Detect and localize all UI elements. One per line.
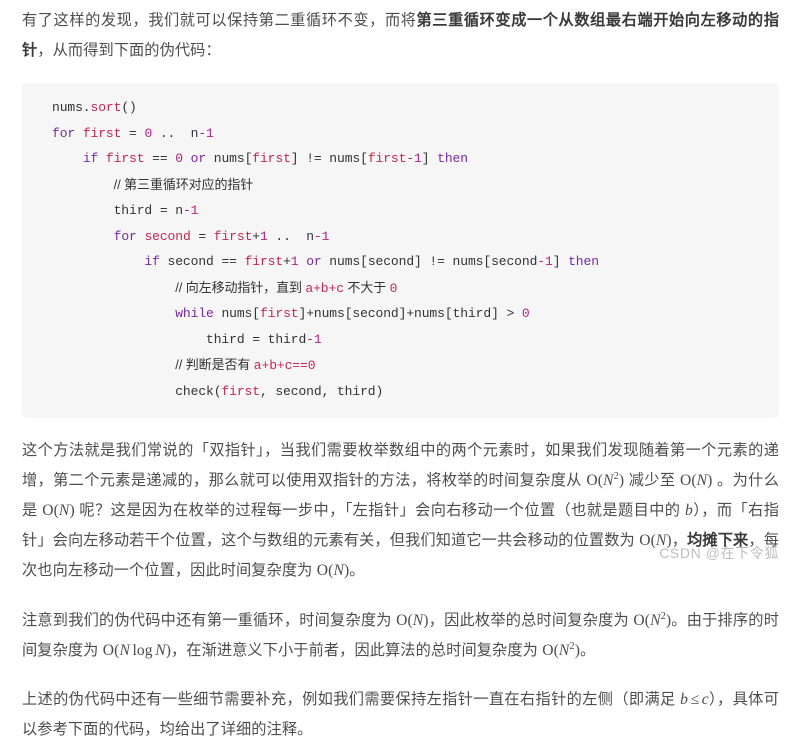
- details-paragraph: 上述的伪代码中还有一些细节需要补充，例如我们需要保持左指针一直在右指针的左侧（即…: [22, 666, 779, 745]
- math-on-5: O(N): [396, 612, 429, 629]
- dt-text-1: 上述的伪代码中还有一些细节需要补充，例如我们需要保持左指针一直在右指针的左侧（即…: [22, 691, 681, 708]
- intro-paragraph: 有了这样的发现，我们就可以保持第二重循环不变，而将第三重循环变成一个从数组最右端…: [22, 0, 779, 66]
- math-on-n-squared-3: O(N2): [542, 640, 581, 659]
- intro-tail-text: ，从而得到下面的伪代码：: [37, 42, 221, 59]
- tp-text-4: 呢？这是因为在枚举的过程每一步中，「左指针」会向右移动一个位置（也就是题目中的: [74, 502, 686, 519]
- article-page: 有了这样的发现，我们就可以保持第二重循环不变，而将第三重循环变成一个从数组最右端…: [0, 0, 796, 738]
- cx-text-1: 注意到我们的伪代码中还有第一重循环，时间复杂度为: [22, 612, 397, 629]
- math-on-n-squared-2: O(N2): [633, 610, 672, 629]
- cx-text-4: ，在渐进意义下小于前者，因此算法的总时间复杂度为: [171, 642, 543, 659]
- math-on-1: O(N): [679, 472, 713, 489]
- math-on-log-n: O(N log N): [102, 642, 171, 659]
- math-on-2: O(N): [42, 502, 75, 519]
- cx-text-2: ，因此枚举的总时间复杂度为: [428, 612, 634, 629]
- math-on-4: O(N): [316, 562, 350, 579]
- csdn-watermark: CSDN @在下令狐: [659, 545, 779, 561]
- pseudocode-text[interactable]: nums.sort() for first = 0 .. n-1 if firs…: [22, 95, 779, 404]
- math-variable-b: b: [685, 502, 693, 519]
- tp-text-2: 减少至: [624, 472, 680, 489]
- math-b-le-c: b ≤ c: [680, 691, 709, 708]
- cx-text-5: 。: [580, 642, 596, 659]
- intro-lead-text: 有了这样的发现，我们就可以保持第二重循环不变，而将: [22, 12, 417, 29]
- tp-text-8: 。: [349, 562, 365, 579]
- math-on-n-squared-1: O(N2): [586, 470, 625, 489]
- complexity-paragraph: 注意到我们的伪代码中还有第一重循环，时间复杂度为 O(N)，因此枚举的总时间复杂…: [22, 586, 779, 666]
- pseudocode-block: nums.sort() for first = 0 .. n-1 if firs…: [22, 83, 779, 418]
